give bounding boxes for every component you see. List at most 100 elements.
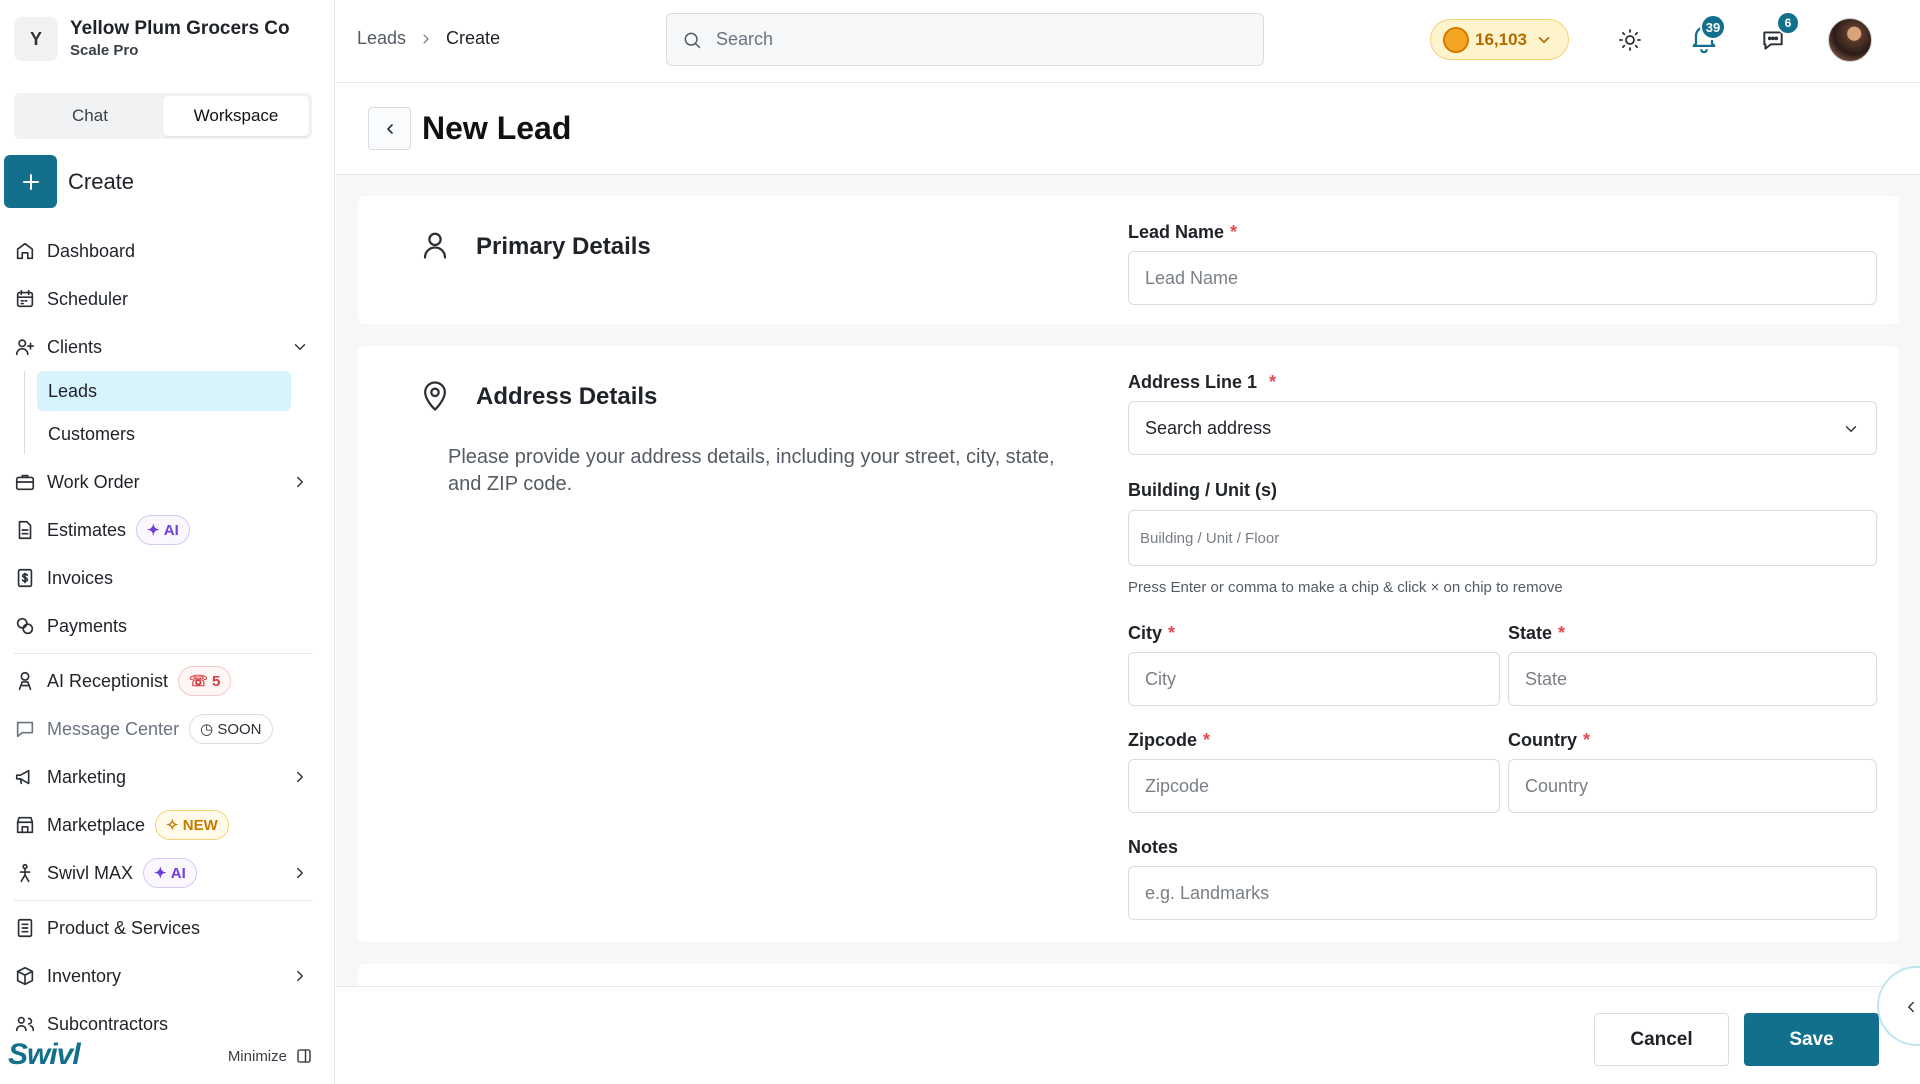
box-icon xyxy=(16,966,34,986)
sidebar-item-label: AI Receptionist xyxy=(47,670,169,691)
store-icon xyxy=(16,816,34,834)
person-walk-icon xyxy=(19,863,31,883)
call-count-badge: ☏ 5 xyxy=(178,666,232,696)
address-details-card: Address Details Please provide your addr… xyxy=(358,346,1899,942)
sidebar-item-marketplace[interactable]: Marketplace ✧ NEW xyxy=(0,801,334,849)
sidebar-item-label: Dashboard xyxy=(47,240,136,261)
chevron-right-icon xyxy=(297,771,303,783)
sidebar-item-scheduler[interactable]: Scheduler xyxy=(0,275,334,323)
credits-dropdown[interactable]: 16,103 xyxy=(1430,19,1569,60)
sidebar-item-customers[interactable]: Customers xyxy=(37,414,291,454)
sidebar-item-products-services[interactable]: Product & Services xyxy=(0,904,334,952)
primary-details-card: Primary Details Lead Name * Lead Name xyxy=(358,196,1899,324)
minimize-button[interactable]: Minimize xyxy=(228,1047,313,1065)
country-label: Country * xyxy=(1508,730,1591,750)
sidebar-item-label: Clients xyxy=(47,336,103,357)
city-label: City * xyxy=(1128,623,1176,643)
sidebar-item-dashboard[interactable]: Dashboard xyxy=(0,227,334,275)
create-label: Create xyxy=(68,168,135,194)
state-label: State * xyxy=(1508,623,1566,643)
sidebar-item-marketing[interactable]: Marketing xyxy=(0,753,334,801)
search-icon xyxy=(684,32,701,48)
org-avatar: Y xyxy=(14,17,58,61)
lead-name-input[interactable]: Lead Name xyxy=(1128,251,1877,305)
sidebar-item-label: Invoices xyxy=(47,567,114,588)
form-footer: Cancel Save xyxy=(336,986,1920,1084)
sidebar-item-label: Work Order xyxy=(47,471,140,492)
org-plan: Scale Pro xyxy=(70,42,139,59)
minimize-label: Minimize xyxy=(227,1047,287,1065)
address-description: Please provide your address details, inc… xyxy=(448,446,1055,495)
user-avatar[interactable] xyxy=(1828,18,1872,62)
create-button[interactable]: Create xyxy=(4,155,134,208)
divider xyxy=(14,653,313,654)
sidebar-item-payments[interactable]: Payments xyxy=(0,602,334,650)
sidebar-item-clients[interactable]: Clients xyxy=(0,323,334,371)
receptionist-icon xyxy=(18,671,32,691)
chevron-right-icon xyxy=(297,970,303,982)
calendar-icon xyxy=(16,289,34,308)
state-input[interactable]: State xyxy=(1508,652,1877,706)
primary-details-title: Primary Details xyxy=(476,233,651,260)
messages-count: 6 xyxy=(1776,11,1800,35)
page-title: New Lead xyxy=(422,110,572,146)
save-button[interactable]: Save xyxy=(1744,1013,1879,1066)
document-icon xyxy=(18,520,32,540)
coin-icon xyxy=(1443,26,1469,53)
sidebar-item-invoices[interactable]: Invoices xyxy=(0,554,334,602)
building-label: Building / Unit (s) xyxy=(1128,480,1277,500)
message-icon xyxy=(16,721,34,738)
sidebar-item-label: Subcontractors xyxy=(47,1013,169,1034)
sidebar-footer: Swivl Minimize xyxy=(0,1035,334,1084)
sidebar-item-inventory[interactable]: Inventory xyxy=(0,952,334,1000)
country-input[interactable]: Country xyxy=(1508,759,1877,813)
sidebar-item-label: Inventory xyxy=(47,965,122,986)
building-hint: Press Enter or comma to make a chip & cl… xyxy=(1128,579,1563,596)
credits-value: 16,103 xyxy=(1475,29,1527,49)
soon-badge: ◷ SOON xyxy=(189,714,273,744)
sidebar-item-work-order[interactable]: Work Order xyxy=(0,458,334,506)
sidebar-item-label: Product & Services xyxy=(47,917,201,938)
sun-icon[interactable] xyxy=(1618,28,1642,52)
notifications-count: 39 xyxy=(1700,14,1726,40)
tab-workspace[interactable]: Workspace xyxy=(163,96,309,136)
main-content: New Lead Primary Details Lead Name * Lead… xyxy=(336,84,1920,1084)
sidebar-item-label: Estimates xyxy=(47,519,127,540)
sidebar-item-leads[interactable]: Leads xyxy=(37,371,291,411)
sidebar-item-label: Scheduler xyxy=(47,288,129,309)
sidebar-item-swivl-max[interactable]: Swivl MAX ✦ AI xyxy=(0,849,334,897)
chevron-right-icon xyxy=(423,33,429,44)
zipcode-input[interactable]: Zipcode xyxy=(1128,759,1500,813)
chevron-right-icon xyxy=(297,867,303,879)
address-search-value: Search address xyxy=(1145,417,1272,438)
cancel-button[interactable]: Cancel xyxy=(1594,1013,1729,1066)
breadcrumb-leads[interactable]: Leads xyxy=(357,28,406,49)
chevron-down-icon xyxy=(294,344,306,350)
zipcode-label: Zipcode * xyxy=(1128,730,1211,750)
home-icon xyxy=(16,242,34,260)
back-button[interactable] xyxy=(368,107,411,150)
ai-badge: ✦ AI xyxy=(136,515,190,545)
sidebar: Y Yellow Plum Grocers Co Scale Pro Chat … xyxy=(0,0,335,1084)
search-placeholder: Search xyxy=(716,29,774,49)
lead-name-label: Lead Name * xyxy=(1128,222,1238,242)
building-input[interactable]: Building / Unit / Floor xyxy=(1128,510,1877,566)
chevron-down-icon xyxy=(1845,426,1857,432)
map-pin-icon xyxy=(424,381,446,411)
sidebar-item-label: Swivl MAX xyxy=(47,862,134,883)
clients-submenu: Leads Customers xyxy=(24,371,334,454)
swivl-logo: Swivl xyxy=(8,1038,81,1071)
sidebar-item-message-center[interactable]: Message Center ◷ SOON xyxy=(0,705,334,753)
search-input[interactable]: Search xyxy=(666,13,1264,66)
org-switcher[interactable]: Y Yellow Plum Grocers Co Scale Pro xyxy=(14,17,290,61)
sidebar-item-estimates[interactable]: Estimates ✦ AI xyxy=(0,506,334,554)
catalog-icon xyxy=(17,918,33,938)
city-input[interactable]: City xyxy=(1128,652,1500,706)
sidebar-item-ai-receptionist[interactable]: AI Receptionist ☏ 5 xyxy=(0,657,334,705)
notes-input[interactable]: e.g. Landmarks xyxy=(1128,866,1877,920)
org-name: Yellow Plum Grocers Co xyxy=(70,18,290,39)
address-search-select[interactable]: Search address xyxy=(1128,401,1877,455)
mode-switch: Chat Workspace xyxy=(14,93,312,139)
user-icon xyxy=(423,232,447,259)
tab-chat[interactable]: Chat xyxy=(17,96,163,136)
